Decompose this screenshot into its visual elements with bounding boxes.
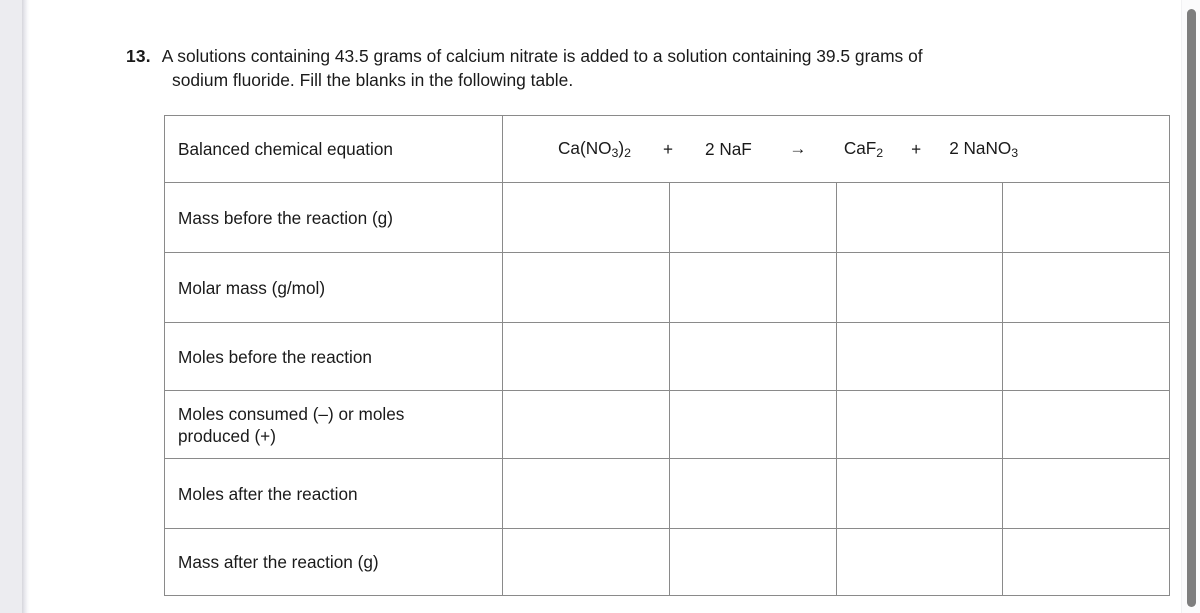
answer-cell[interactable] — [668, 528, 837, 596]
product-1-sub-1: 2 — [876, 146, 884, 161]
reaction-arrow-icon: → — [789, 139, 807, 158]
answer-cell[interactable] — [835, 322, 1004, 391]
reactant-1-sub-1: 3 — [611, 146, 619, 161]
question-text-line-1: A solutions containing 43.5 grams of cal… — [161, 46, 923, 66]
answer-cell[interactable] — [1002, 458, 1170, 529]
equation-operator-plus-2: + — [911, 139, 922, 159]
question-block: 13. A solutions containing 43.5 grams of … — [126, 44, 1178, 92]
reactant-1-pre: Ca(NO — [558, 138, 612, 158]
table-row: Molar mass (g/mol) — [164, 252, 1170, 323]
table-row: Mass after the reaction (g) — [164, 528, 1170, 596]
vertical-scrollbar-thumb[interactable] — [1187, 9, 1196, 607]
answer-cell[interactable] — [835, 528, 1004, 596]
answer-cell[interactable] — [668, 252, 837, 323]
table-row: Mass before the reaction (g) — [164, 182, 1170, 253]
question-text-line-2: sodium fluoride. Fill the blanks in the … — [172, 70, 574, 90]
answer-cell[interactable] — [1002, 182, 1170, 253]
row-label-balanced-equation: Balanced chemical equation — [164, 115, 503, 183]
row-label-mass-before: Mass before the reaction (g) — [164, 182, 503, 253]
row-label-moles-after: Moles after the reaction — [164, 458, 503, 529]
table-row: Moles consumed (–) or moles produced (+) — [164, 390, 1170, 459]
answer-cell[interactable] — [668, 322, 837, 391]
product-1-pre: CaF — [843, 138, 877, 158]
product-2-pre: 2 NaNO — [949, 138, 1012, 158]
row-label-line-1: Moles consumed (–) or moles — [178, 403, 405, 424]
table-row: Moles after the reaction — [164, 458, 1170, 529]
balanced-equation: Ca(NO3)2 + 2 NaF → CaF2 + 2 NaNO3 — [516, 137, 1169, 161]
table-row: Balanced chemical equation Ca(NO3)2 + 2 … — [164, 115, 1170, 183]
row-label-molar-mass: Molar mass (g/mol) — [164, 252, 503, 323]
answer-cell[interactable] — [502, 390, 670, 459]
product-calcium-fluoride: CaF2 — [844, 137, 883, 161]
answer-cell[interactable] — [1002, 322, 1170, 391]
reactant-1-sub-2: 2 — [624, 146, 631, 161]
stoichiometry-table: Balanced chemical equation Ca(NO3)2 + 2 … — [164, 115, 1170, 596]
vertical-scrollbar[interactable] — [1181, 0, 1200, 613]
equation-operator-plus-1: + — [662, 139, 674, 159]
reactant-calcium-nitrate: Ca(NO3)2 — [558, 137, 631, 161]
answer-cell[interactable] — [502, 252, 670, 323]
reactant-sodium-fluoride: 2 NaF — [705, 139, 752, 159]
answer-cell[interactable] — [502, 182, 670, 253]
row-label-line-2: produced (+) — [178, 425, 276, 446]
answer-cell[interactable] — [668, 182, 837, 253]
question-line-2: sodium fluoride. Fill the blanks in the … — [126, 68, 1178, 92]
answer-cell[interactable] — [502, 528, 670, 596]
answer-cell[interactable] — [835, 252, 1004, 323]
question-number: 13. — [126, 46, 151, 66]
answer-cell[interactable] — [835, 182, 1004, 253]
answer-cell[interactable] — [835, 390, 1004, 459]
row-label-moles-consumed-produced: Moles consumed (–) or moles produced (+) — [164, 390, 503, 459]
document-page: 13. A solutions containing 43.5 grams of … — [30, 0, 1182, 613]
product-sodium-nitrate: 2 NaNO3 — [949, 137, 1018, 161]
row-label-mass-after: Mass after the reaction (g) — [164, 528, 503, 596]
table-row: Moles before the reaction — [164, 322, 1170, 391]
row-label-moles-before: Moles before the reaction — [164, 322, 503, 391]
viewer-left-gutter — [0, 0, 22, 613]
page-edge-shadow — [22, 0, 30, 613]
answer-cell[interactable] — [1002, 528, 1170, 596]
question-line-1: 13. A solutions containing 43.5 grams of … — [126, 44, 1178, 68]
balanced-equation-cell: Ca(NO3)2 + 2 NaF → CaF2 + 2 NaNO3 — [502, 115, 1170, 183]
product-2-sub-1: 3 — [1011, 146, 1019, 161]
answer-cell[interactable] — [668, 390, 837, 459]
answer-cell[interactable] — [502, 458, 670, 529]
answer-cell[interactable] — [835, 458, 1004, 529]
answer-cell[interactable] — [1002, 252, 1170, 323]
document-viewer: 13. A solutions containing 43.5 grams of … — [0, 0, 1200, 613]
answer-cell[interactable] — [668, 458, 837, 529]
answer-cell[interactable] — [502, 322, 670, 391]
answer-cell[interactable] — [1002, 390, 1170, 459]
